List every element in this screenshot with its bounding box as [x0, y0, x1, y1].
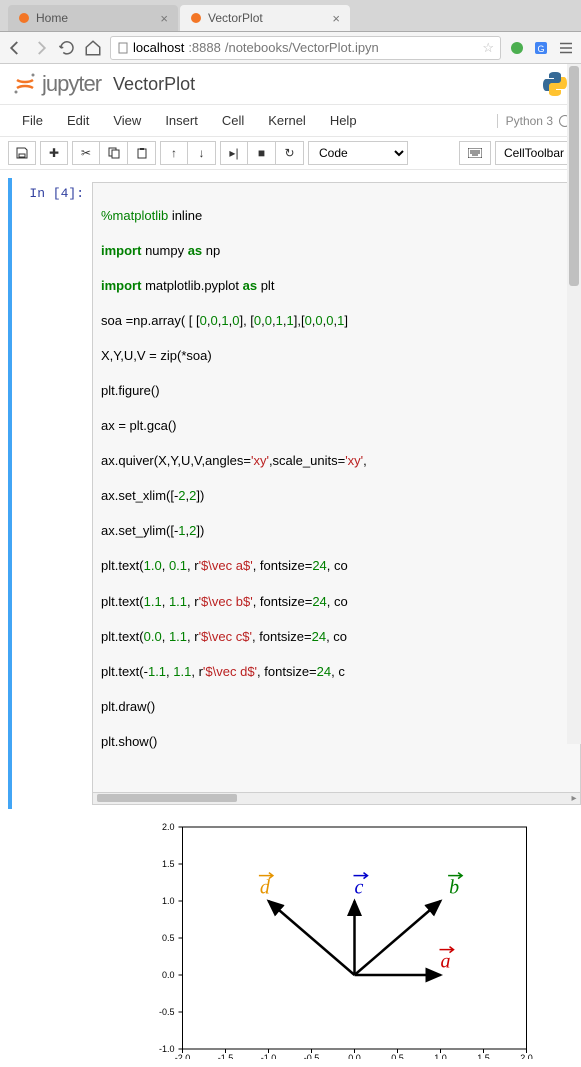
cut-button[interactable]: ✂	[72, 141, 100, 165]
vertical-scrollbar[interactable]	[567, 64, 581, 744]
svg-text:0.0: 0.0	[348, 1053, 361, 1059]
jupyter-logo[interactable]: jupyter	[12, 71, 101, 97]
svg-text:1.5: 1.5	[477, 1053, 490, 1059]
kernel-name: Python 3	[506, 114, 553, 128]
reload-icon[interactable]	[58, 39, 76, 57]
notebook-container: In [4]: %matplotlib inline import numpy …	[0, 170, 581, 1067]
restart-button[interactable]: ↻	[276, 141, 304, 165]
url-host: localhost	[133, 40, 184, 55]
svg-text:0.0: 0.0	[162, 970, 175, 980]
jupyter-logo-icon	[12, 71, 38, 97]
bookmark-star-icon[interactable]: ☆	[482, 40, 494, 56]
toolbar: ✚ ✂ ↑ ↓ ▸| ■ ↻ Code CellToolbar	[0, 137, 581, 170]
menu-edit[interactable]: Edit	[55, 107, 101, 134]
save-button[interactable]	[8, 141, 36, 165]
tab-close-icon[interactable]: ×	[332, 11, 340, 26]
svg-text:-1.5: -1.5	[218, 1053, 234, 1059]
page-icon	[117, 42, 129, 54]
back-icon[interactable]	[6, 39, 24, 57]
menu-view[interactable]: View	[101, 107, 153, 134]
svg-text:a: a	[441, 950, 451, 972]
command-palette-button[interactable]	[459, 141, 491, 165]
menu-file[interactable]: File	[10, 107, 55, 134]
jupyter-tab-icon	[18, 12, 30, 24]
jupyter-tab-icon	[190, 12, 202, 24]
save-icon	[16, 147, 28, 159]
browser-tab-strip: Home × VectorPlot ×	[0, 0, 581, 32]
horizontal-scrollbar[interactable]: ▸	[92, 793, 581, 805]
move-up-button[interactable]: ↑	[160, 141, 188, 165]
run-button[interactable]: ▸|	[220, 141, 248, 165]
svg-text:1.0: 1.0	[434, 1053, 447, 1059]
browser-tab-vectorplot[interactable]: VectorPlot ×	[180, 5, 350, 31]
svg-text:1.0: 1.0	[162, 896, 175, 906]
menu-cell[interactable]: Cell	[210, 107, 256, 134]
scrollbar-thumb[interactable]	[97, 794, 237, 802]
svg-text:-0.5: -0.5	[159, 1007, 175, 1017]
tab-label: VectorPlot	[208, 11, 263, 25]
extension-icon-2[interactable]: G	[533, 40, 549, 56]
stop-icon: ■	[258, 146, 265, 160]
svg-text:0.5: 0.5	[391, 1053, 404, 1059]
copy-icon	[108, 147, 120, 159]
menu-kernel[interactable]: Kernel	[256, 107, 318, 134]
copy-button[interactable]	[100, 141, 128, 165]
svg-text:d: d	[260, 876, 271, 898]
url-port: :8888	[188, 40, 221, 55]
svg-text:b: b	[449, 876, 459, 898]
python-logo-icon	[541, 70, 569, 98]
menu-help[interactable]: Help	[318, 107, 369, 134]
svg-text:-1.0: -1.0	[159, 1044, 175, 1054]
arrow-down-icon: ↓	[199, 146, 205, 160]
scrollbar-thumb[interactable]	[569, 66, 579, 286]
svg-text:2.0: 2.0	[162, 822, 175, 832]
browser-tab-home[interactable]: Home ×	[8, 5, 178, 31]
quiver-plot: -1.0 -0.5 0.0 0.5 1.0 1.5 2.0 -2.0 -1.5 -1.0 -0.5 0…	[88, 819, 581, 1059]
add-cell-button[interactable]: ✚	[40, 141, 68, 165]
output-area: -1.0 -0.5 0.0 0.5 1.0 1.5 2.0 -2.0 -1.5 -1.0 -0.5 0…	[8, 809, 581, 1059]
notebook-name[interactable]: VectorPlot	[113, 74, 195, 95]
scissors-icon: ✂	[81, 146, 91, 160]
scroll-right-icon[interactable]: ▸	[568, 793, 580, 803]
hamburger-menu-icon[interactable]	[557, 39, 575, 57]
cell-toolbar-button[interactable]: CellToolbar	[495, 141, 573, 165]
svg-text:0.5: 0.5	[162, 933, 175, 943]
code-cell[interactable]: In [4]: %matplotlib inline import numpy …	[8, 178, 581, 809]
browser-toolbar: localhost :8888/notebooks/VectorPlot.ipyn…	[0, 32, 581, 64]
plus-icon: ✚	[49, 146, 59, 160]
paste-button[interactable]	[128, 141, 156, 165]
svg-text:1.5: 1.5	[162, 859, 175, 869]
svg-text:-2.0: -2.0	[175, 1053, 191, 1059]
kernel-indicator: Python 3	[497, 114, 571, 128]
tab-label: Home	[36, 11, 68, 25]
keyboard-icon	[468, 148, 482, 158]
svg-text:-0.5: -0.5	[304, 1053, 320, 1059]
jupyter-logo-text: jupyter	[42, 71, 101, 97]
step-forward-icon: ▸|	[229, 146, 238, 160]
url-bar[interactable]: localhost :8888/notebooks/VectorPlot.ipyn…	[110, 36, 501, 60]
forward-icon[interactable]	[32, 39, 50, 57]
svg-text:2.0: 2.0	[520, 1053, 533, 1059]
arrow-up-icon: ↑	[171, 146, 177, 160]
svg-text:-1.0: -1.0	[261, 1053, 277, 1059]
home-icon[interactable]	[84, 39, 102, 57]
extension-icon[interactable]	[509, 40, 525, 56]
svg-text:c: c	[355, 876, 364, 898]
menubar: File Edit View Insert Cell Kernel Help P…	[0, 105, 581, 137]
move-down-button[interactable]: ↓	[188, 141, 216, 165]
menu-insert[interactable]: Insert	[153, 107, 210, 134]
paste-icon	[136, 147, 148, 159]
svg-text:G: G	[537, 44, 544, 54]
restart-icon: ↻	[284, 146, 294, 160]
interrupt-button[interactable]: ■	[248, 141, 276, 165]
tab-close-icon[interactable]: ×	[160, 11, 168, 26]
input-prompt: In [4]:	[18, 182, 92, 805]
url-path: /notebooks/VectorPlot.ipyn	[225, 40, 379, 55]
jupyter-header: jupyter VectorPlot	[0, 64, 581, 105]
code-editor[interactable]: %matplotlib inline import numpy as np im…	[92, 182, 581, 793]
cell-type-select[interactable]: Code	[308, 141, 408, 165]
